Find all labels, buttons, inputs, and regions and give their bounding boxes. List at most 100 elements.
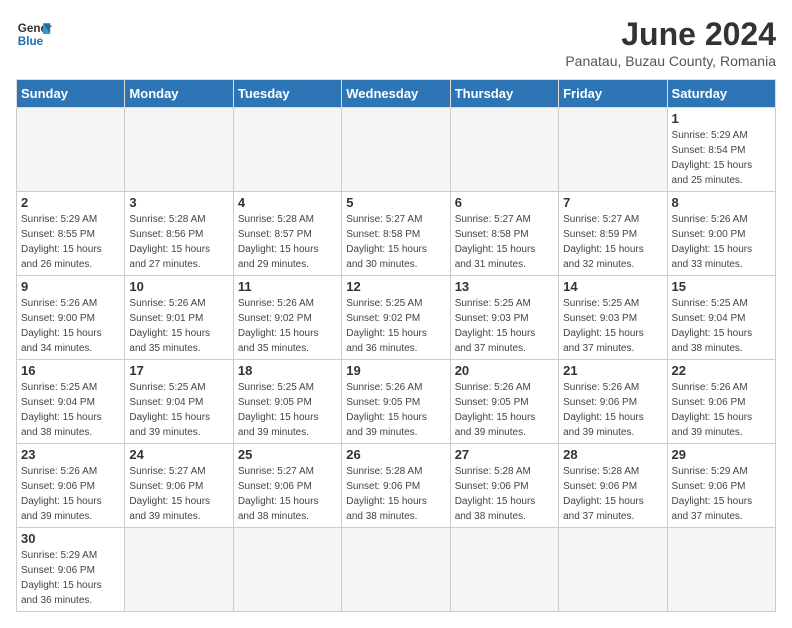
day-number: 9 xyxy=(21,279,120,294)
day-number: 20 xyxy=(455,363,554,378)
day-info: Sunrise: 5:29 AM Sunset: 8:55 PM Dayligh… xyxy=(21,212,120,272)
calendar-cell: 23Sunrise: 5:26 AM Sunset: 9:06 PM Dayli… xyxy=(17,444,125,528)
day-number: 6 xyxy=(455,195,554,210)
calendar-cell xyxy=(233,528,341,612)
day-number: 4 xyxy=(238,195,337,210)
day-info: Sunrise: 5:25 AM Sunset: 9:03 PM Dayligh… xyxy=(563,296,662,356)
day-number: 15 xyxy=(672,279,771,294)
day-info: Sunrise: 5:28 AM Sunset: 9:06 PM Dayligh… xyxy=(346,464,445,524)
day-number: 14 xyxy=(563,279,662,294)
weekday-header-monday: Monday xyxy=(125,80,233,108)
day-info: Sunrise: 5:26 AM Sunset: 9:00 PM Dayligh… xyxy=(21,296,120,356)
calendar-cell: 6 Sunrise: 5:27 AM Sunset: 8:58 PM Daylig… xyxy=(450,192,558,276)
day-info: Sunrise: 5:29 AM Sunset: 8:54 PM Dayligh… xyxy=(672,128,771,188)
day-info: Sunrise: 5:29 AM Sunset: 9:06 PM Dayligh… xyxy=(672,464,771,524)
day-info: Sunrise: 5:25 AM Sunset: 9:04 PM Dayligh… xyxy=(21,380,120,440)
calendar-cell: 2 Sunrise: 5:29 AM Sunset: 8:55 PM Daylig… xyxy=(17,192,125,276)
day-info: Sunrise: 5:26 AM Sunset: 9:06 PM Dayligh… xyxy=(672,380,771,440)
day-info: Sunrise: 5:25 AM Sunset: 9:04 PM Dayligh… xyxy=(672,296,771,356)
calendar-cell: 8 Sunrise: 5:26 AM Sunset: 9:00 PM Daylig… xyxy=(667,192,775,276)
day-info: Sunrise: 5:28 AM Sunset: 8:56 PM Dayligh… xyxy=(129,212,228,272)
day-number: 24 xyxy=(129,447,228,462)
calendar-title: June 2024 xyxy=(565,16,776,53)
calendar-cell xyxy=(559,528,667,612)
day-number: 10 xyxy=(129,279,228,294)
day-number: 21 xyxy=(563,363,662,378)
day-info: Sunrise: 5:26 AM Sunset: 9:00 PM Dayligh… xyxy=(672,212,771,272)
calendar-cell: 12 Sunrise: 5:25 AM Sunset: 9:02 PM Dayli… xyxy=(342,276,450,360)
week-row-2: 2 Sunrise: 5:29 AM Sunset: 8:55 PM Daylig… xyxy=(17,192,776,276)
day-info: Sunrise: 5:26 AM Sunset: 9:06 PM Dayligh… xyxy=(563,380,662,440)
weekday-header-tuesday: Tuesday xyxy=(233,80,341,108)
calendar-cell: 5Sunrise: 5:27 AM Sunset: 8:58 PM Daylig… xyxy=(342,192,450,276)
day-number: 19 xyxy=(346,363,445,378)
logo-icon: General Blue xyxy=(16,16,52,52)
day-info: Sunrise: 5:27 AM Sunset: 9:06 PM Dayligh… xyxy=(129,464,228,524)
calendar-cell: 27Sunrise: 5:28 AM Sunset: 9:06 PM Dayli… xyxy=(450,444,558,528)
svg-text:Blue: Blue xyxy=(18,35,44,48)
day-info: Sunrise: 5:27 AM Sunset: 8:58 PM Dayligh… xyxy=(455,212,554,272)
day-number: 29 xyxy=(672,447,771,462)
day-info: Sunrise: 5:26 AM Sunset: 9:05 PM Dayligh… xyxy=(455,380,554,440)
day-number: 1 xyxy=(672,111,771,126)
calendar-cell xyxy=(125,108,233,192)
day-info: Sunrise: 5:25 AM Sunset: 9:02 PM Dayligh… xyxy=(346,296,445,356)
calendar-cell: 14 Sunrise: 5:25 AM Sunset: 9:03 PM Dayli… xyxy=(559,276,667,360)
calendar-cell: 9 Sunrise: 5:26 AM Sunset: 9:00 PM Daylig… xyxy=(17,276,125,360)
day-info: Sunrise: 5:28 AM Sunset: 9:06 PM Dayligh… xyxy=(455,464,554,524)
day-number: 2 xyxy=(21,195,120,210)
day-info: Sunrise: 5:27 AM Sunset: 8:58 PM Dayligh… xyxy=(346,212,445,272)
page-header: General Blue June 2024 Panatau, Buzau Co… xyxy=(16,16,776,69)
calendar-cell: 29 Sunrise: 5:29 AM Sunset: 9:06 PM Dayli… xyxy=(667,444,775,528)
day-info: Sunrise: 5:25 AM Sunset: 9:05 PM Dayligh… xyxy=(238,380,337,440)
calendar-cell xyxy=(342,108,450,192)
day-number: 7 xyxy=(563,195,662,210)
calendar-cell: 28 Sunrise: 5:28 AM Sunset: 9:06 PM Dayli… xyxy=(559,444,667,528)
day-number: 17 xyxy=(129,363,228,378)
week-row-4: 16 Sunrise: 5:25 AM Sunset: 9:04 PM Dayli… xyxy=(17,360,776,444)
day-number: 12 xyxy=(346,279,445,294)
calendar-cell: 7 Sunrise: 5:27 AM Sunset: 8:59 PM Daylig… xyxy=(559,192,667,276)
week-row-5: 23Sunrise: 5:26 AM Sunset: 9:06 PM Dayli… xyxy=(17,444,776,528)
day-number: 18 xyxy=(238,363,337,378)
day-number: 13 xyxy=(455,279,554,294)
calendar-cell: 17Sunrise: 5:25 AM Sunset: 9:04 PM Dayli… xyxy=(125,360,233,444)
weekday-header-sunday: Sunday xyxy=(17,80,125,108)
calendar-cell: 25Sunrise: 5:27 AM Sunset: 9:06 PM Dayli… xyxy=(233,444,341,528)
calendar-table: SundayMondayTuesdayWednesdayThursdayFrid… xyxy=(16,79,776,612)
weekday-header-thursday: Thursday xyxy=(450,80,558,108)
calendar-cell xyxy=(450,108,558,192)
calendar-cell: 24 Sunrise: 5:27 AM Sunset: 9:06 PM Dayli… xyxy=(125,444,233,528)
week-row-3: 9 Sunrise: 5:26 AM Sunset: 9:00 PM Daylig… xyxy=(17,276,776,360)
day-number: 8 xyxy=(672,195,771,210)
day-info: Sunrise: 5:26 AM Sunset: 9:02 PM Dayligh… xyxy=(238,296,337,356)
day-number: 23 xyxy=(21,447,120,462)
day-number: 26 xyxy=(346,447,445,462)
calendar-cell: 19Sunrise: 5:26 AM Sunset: 9:05 PM Dayli… xyxy=(342,360,450,444)
day-number: 22 xyxy=(672,363,771,378)
day-number: 28 xyxy=(563,447,662,462)
calendar-cell: 16 Sunrise: 5:25 AM Sunset: 9:04 PM Dayli… xyxy=(17,360,125,444)
calendar-cell xyxy=(667,528,775,612)
day-info: Sunrise: 5:29 AM Sunset: 9:06 PM Dayligh… xyxy=(21,548,120,608)
calendar-cell xyxy=(233,108,341,192)
calendar-cell: 11Sunrise: 5:26 AM Sunset: 9:02 PM Dayli… xyxy=(233,276,341,360)
day-info: Sunrise: 5:28 AM Sunset: 9:06 PM Dayligh… xyxy=(563,464,662,524)
title-section: June 2024 Panatau, Buzau County, Romania xyxy=(565,16,776,69)
calendar-cell xyxy=(125,528,233,612)
day-number: 3 xyxy=(129,195,228,210)
calendar-cell: 4 Sunrise: 5:28 AM Sunset: 8:57 PM Daylig… xyxy=(233,192,341,276)
calendar-cell: 1 Sunrise: 5:29 AM Sunset: 8:54 PM Daylig… xyxy=(667,108,775,192)
calendar-cell xyxy=(342,528,450,612)
day-number: 25 xyxy=(238,447,337,462)
calendar-cell xyxy=(559,108,667,192)
day-info: Sunrise: 5:28 AM Sunset: 8:57 PM Dayligh… xyxy=(238,212,337,272)
calendar-cell: 30Sunrise: 5:29 AM Sunset: 9:06 PM Dayli… xyxy=(17,528,125,612)
day-info: Sunrise: 5:27 AM Sunset: 8:59 PM Dayligh… xyxy=(563,212,662,272)
day-number: 16 xyxy=(21,363,120,378)
calendar-cell xyxy=(450,528,558,612)
week-row-6: 30Sunrise: 5:29 AM Sunset: 9:06 PM Dayli… xyxy=(17,528,776,612)
weekday-header-friday: Friday xyxy=(559,80,667,108)
week-row-1: 1 Sunrise: 5:29 AM Sunset: 8:54 PM Daylig… xyxy=(17,108,776,192)
calendar-cell: 13Sunrise: 5:25 AM Sunset: 9:03 PM Dayli… xyxy=(450,276,558,360)
